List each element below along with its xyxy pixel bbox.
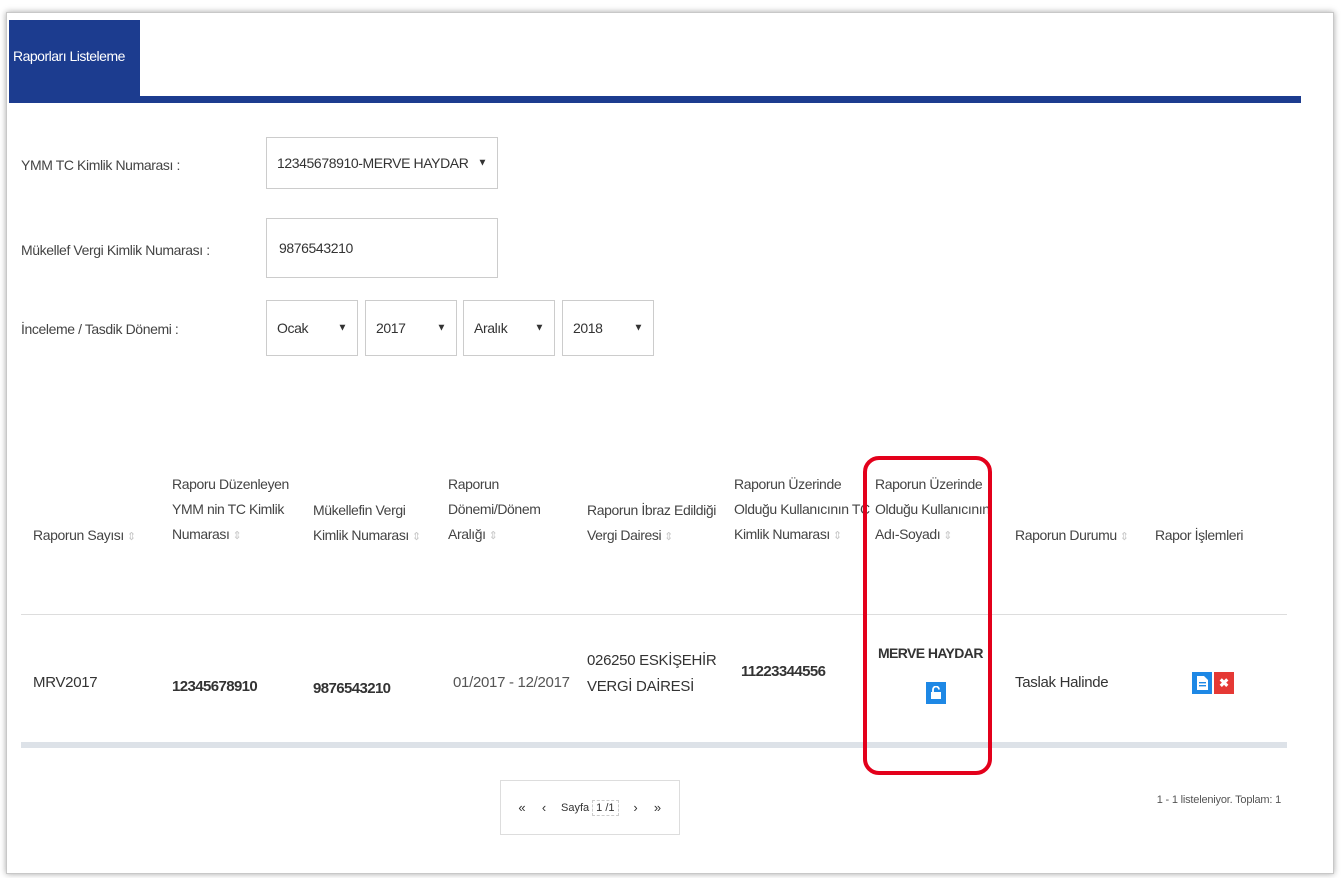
pagination: « ‹ Sayfa 1 /1 › » xyxy=(500,780,680,835)
sort-icon: ⇕ xyxy=(488,530,498,542)
ymm-select[interactable]: 12345678910-MERVE HAYDAR ▼ xyxy=(266,137,498,189)
delete-icon: ✖ xyxy=(1218,676,1230,690)
th-raporun-sayisi[interactable]: Raporun Sayısı ⇕ xyxy=(33,523,136,550)
cell-vergi-dairesi: 026250 ESKİŞEHİR VERGİ DAİRESİ xyxy=(587,652,717,695)
th-mukellef-vkn[interactable]: Mükellefin Vergi Kimlik Numarası ⇕ xyxy=(313,498,421,550)
table-header-divider xyxy=(21,614,1287,615)
ymm-select-value: 12345678910-MERVE HAYDAR xyxy=(277,155,469,171)
th-durum[interactable]: Raporun Durumu ⇕ xyxy=(1015,523,1129,550)
sort-icon: ⇕ xyxy=(664,531,673,543)
mukellef-input-value: 9876543210 xyxy=(279,240,353,256)
page-info: Sayfa 1 /1 xyxy=(561,799,619,816)
th-islemler: Rapor İşlemleri xyxy=(1155,527,1244,543)
chevron-down-icon: ▼ xyxy=(337,322,348,334)
cell-ymm-tc: 12345678910 xyxy=(172,678,258,695)
chevron-down-icon: ▼ xyxy=(436,322,447,334)
highlight-frame xyxy=(863,456,992,775)
mukellef-input[interactable]: 9876543210 xyxy=(266,218,498,278)
ymm-label: YMM TC Kimlik Numarası : xyxy=(21,157,180,173)
chevron-down-icon: ▼ xyxy=(633,322,644,334)
cell-donem: 01/2017 - 12/2017 xyxy=(453,674,570,691)
page-input[interactable]: 1 /1 xyxy=(592,799,619,816)
th-donem[interactable]: Raporun Dönemi/Dönem Aralığı ⇕ xyxy=(448,472,541,549)
start-month-select[interactable]: Ocak ▼ xyxy=(266,300,358,356)
cell-sayi: MRV2017 xyxy=(33,674,98,691)
view-report-button[interactable] xyxy=(1192,672,1212,694)
th-kullanici-tc[interactable]: Raporun Üzerinde Olduğu Kullanıcının TC … xyxy=(734,472,870,549)
end-year-select[interactable]: 2018 ▼ xyxy=(562,300,654,356)
sort-icon: ⇕ xyxy=(126,531,136,543)
start-year-select[interactable]: 2017 ▼ xyxy=(365,300,457,356)
end-month-value: Aralık xyxy=(474,320,508,336)
mukellef-label: Mükellef Vergi Kimlik Numarası : xyxy=(21,242,210,258)
end-month-select[interactable]: Aralık ▼ xyxy=(463,300,555,356)
start-year-value: 2017 xyxy=(376,320,406,336)
delete-report-button[interactable]: ✖ xyxy=(1214,672,1234,694)
chevron-down-icon: ▼ xyxy=(534,322,545,334)
prev-page-button[interactable]: ‹ xyxy=(533,800,555,815)
document-icon xyxy=(1196,676,1208,690)
sort-icon: ⇕ xyxy=(411,531,421,543)
chevron-down-icon: ▼ xyxy=(477,157,488,169)
start-month-value: Ocak xyxy=(277,320,309,336)
record-summary: 1 - 1 listeleniyor. Toplam: 1 xyxy=(1156,794,1281,806)
table-bottom-divider xyxy=(21,742,1287,748)
cell-vkn: 9876543210 xyxy=(313,680,391,697)
sort-icon: ⇕ xyxy=(232,530,242,542)
tab-raporlari-listeleme[interactable]: Raporları Listeleme xyxy=(9,20,140,97)
page-label: Sayfa xyxy=(561,801,590,814)
sort-icon: ⇕ xyxy=(1119,531,1129,543)
sort-icon: ⇕ xyxy=(832,530,842,542)
cell-durum: Taslak Halinde xyxy=(1015,674,1109,691)
next-page-button[interactable]: › xyxy=(625,800,647,815)
th-vergi-dairesi[interactable]: Raporun İbraz Edildiği Vergi Dairesi ⇕ xyxy=(587,498,716,550)
donem-label: İnceleme / Tasdik Dönemi : xyxy=(21,321,179,337)
last-page-button[interactable]: » xyxy=(647,800,669,815)
cell-kullanici-tc: 11223344556 xyxy=(741,663,826,680)
th-ymm-tc[interactable]: Raporu Düzenleyen YMM nin TC Kimlik Numa… xyxy=(172,472,289,549)
end-year-value: 2018 xyxy=(573,320,603,336)
tab-underline xyxy=(9,96,1301,103)
first-page-button[interactable]: « xyxy=(511,800,533,815)
